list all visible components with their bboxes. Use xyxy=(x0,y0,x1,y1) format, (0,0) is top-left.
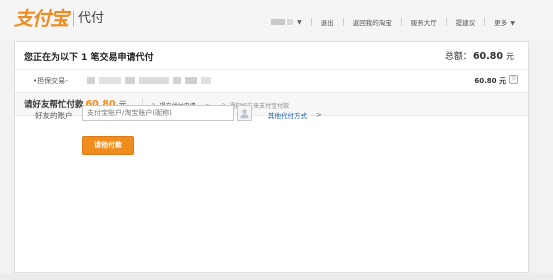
blur-block xyxy=(87,77,95,84)
account-label: 好友的账户 xyxy=(35,111,73,120)
total-unit: 元 xyxy=(506,52,514,61)
top-nav: ▼ 退出 返回我的淘宝 服务大厅 提建议 更多 ▼ xyxy=(271,15,515,29)
nav-divider xyxy=(400,18,402,26)
item-label: •担保交易- xyxy=(33,77,68,85)
request-label: 请好友帮忙付款 xyxy=(24,100,84,110)
chevron-right-icon: > xyxy=(316,111,322,119)
other-payment-methods-link[interactable]: 其他代付方式 > xyxy=(268,110,322,120)
back-to-taobao-link[interactable]: 返回我的淘宝 xyxy=(353,17,392,27)
nav-divider xyxy=(310,18,312,26)
chevron-down-icon: ▼ xyxy=(510,20,515,27)
username-masked xyxy=(271,19,286,25)
user-menu[interactable]: ▼ xyxy=(271,19,302,26)
total-summary: 总额： 60.80 元 xyxy=(445,49,514,62)
service-hall-link[interactable]: 服务大厅 xyxy=(411,17,437,27)
blur-block xyxy=(125,77,135,84)
blur-block xyxy=(99,77,121,84)
payment-card: 您正在为以下 1 笔交易申请代付 总额： 60.80 元 •担保交易- 60.8… xyxy=(14,41,529,273)
username-masked-2 xyxy=(287,19,294,25)
page-title: 您正在为以下 1 笔交易申请代付 xyxy=(24,53,154,63)
contacts-button[interactable] xyxy=(237,105,252,121)
feedback-link[interactable]: 提建议 xyxy=(456,17,476,27)
top-bar: 支付宝 代付 ▼ 退出 返回我的淘宝 服务大厅 提建议 更多 ▼ xyxy=(0,0,553,40)
logo-mark: 支付宝 xyxy=(14,8,69,30)
logo-divider xyxy=(73,11,75,27)
friend-account-input[interactable] xyxy=(82,105,234,121)
total-label: 总额： xyxy=(444,52,472,62)
bottom-strip xyxy=(0,274,553,280)
item-amount: 60.80 元 xyxy=(474,77,506,85)
item-name-masked xyxy=(87,77,215,84)
nav-divider xyxy=(342,18,344,26)
chevron-down-icon: ▼ xyxy=(297,18,302,26)
more-label: 更多 xyxy=(494,19,508,27)
blur-block xyxy=(173,77,181,84)
logo-subtitle: 代付 xyxy=(78,11,105,26)
order-item-row: •担保交易- 60.80 元 ▽ xyxy=(15,70,528,92)
blur-block xyxy=(201,77,211,84)
other-payment-label: 其他代付方式 xyxy=(268,112,307,120)
blur-block xyxy=(139,77,169,84)
blur-block xyxy=(185,77,197,84)
contact-person-icon xyxy=(240,108,249,118)
request-payment-button[interactable]: 请他付款 xyxy=(82,136,134,155)
card-header: 您正在为以下 1 笔交易申请代付 总额： 60.80 元 xyxy=(15,42,528,70)
logout-link[interactable]: 退出 xyxy=(321,17,334,27)
nav-divider xyxy=(445,18,447,26)
total-amount: 60.80 xyxy=(472,51,503,62)
expand-icon[interactable]: ▽ xyxy=(509,75,518,84)
more-menu[interactable]: 更多 ▼ xyxy=(494,17,515,27)
alipay-logo[interactable]: 支付宝 代付 xyxy=(14,7,104,31)
nav-divider xyxy=(484,18,486,26)
